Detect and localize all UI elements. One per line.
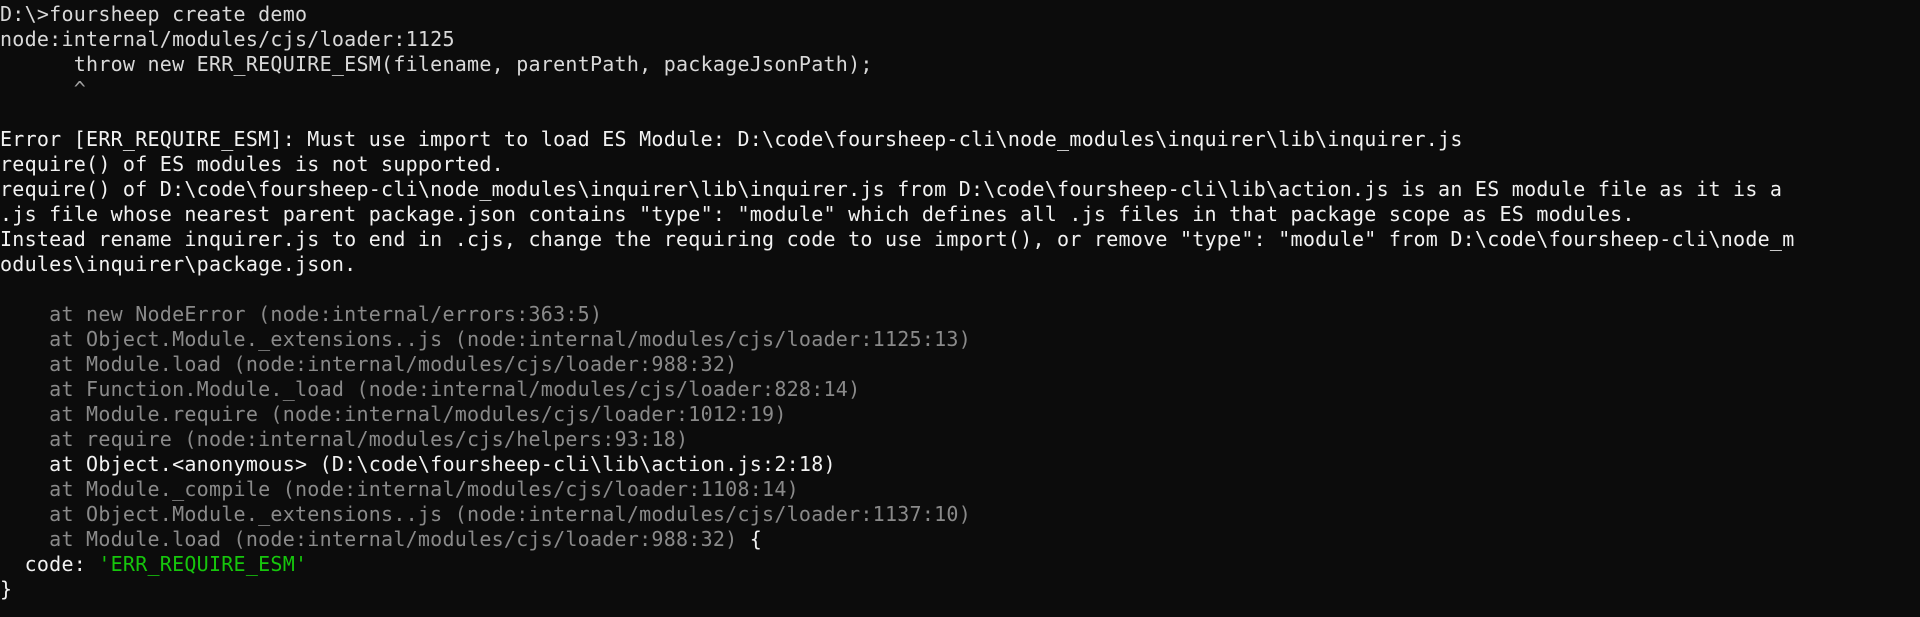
stack-frame: at new NodeError (node:internal/errors:3… [0,302,603,326]
stack-frame-text: at Module.load (node:internal/modules/cj… [0,527,738,551]
stack-frame: at Object.Module._extensions..js (node:i… [0,327,971,351]
stack-frame: at Module.load (node:internal/modules/cj… [0,352,738,376]
error-code-line: code: 'ERR_REQUIRE_ESM' [0,552,1920,577]
error-message-line: require() of ES modules is not supported… [0,152,504,176]
error-message-line: Instead rename inquirer.js to end in .cj… [0,227,1795,251]
throw-line: throw new ERR_REQUIRE_ESM(filename, pare… [0,52,873,76]
code-value: 'ERR_REQUIRE_ESM' [98,552,308,576]
code-key: code: [0,552,99,576]
stack-frame: at require (node:internal/modules/cjs/he… [0,427,689,451]
stack-frame: at Module.require (node:internal/modules… [0,402,787,426]
stack-frame: at Function.Module._load (node:internal/… [0,377,861,401]
error-message-line: odules\inquirer\package.json. [0,252,357,276]
terminal-window[interactable]: D:\>foursheep create demo node:internal/… [0,0,1920,617]
stack-frame: at Module._compile (node:internal/module… [0,477,799,501]
caret-line: ^ [0,77,87,101]
stack-frame: at Object.Module._extensions..js (node:i… [0,502,971,526]
open-brace: { [737,527,763,551]
stack-frame-user-code: at Object.<anonymous> (D:\code\foursheep… [0,452,836,476]
error-message-line: .js file whose nearest parent package.js… [0,202,1635,226]
command-text: foursheep create demo [49,2,308,26]
loader-reference: node:internal/modules/cjs/loader:1125 [0,27,455,51]
stack-frame-last: at Module.load (node:internal/modules/cj… [0,527,1920,552]
error-message-line: Error [ERR_REQUIRE_ESM]: Must use import… [0,127,1463,151]
command-line: D:\>foursheep create demo [0,2,1920,27]
prompt: D:\> [0,2,50,26]
error-message-line: require() of D:\code\foursheep-cli\node_… [0,177,1783,201]
close-brace: } [0,577,13,601]
